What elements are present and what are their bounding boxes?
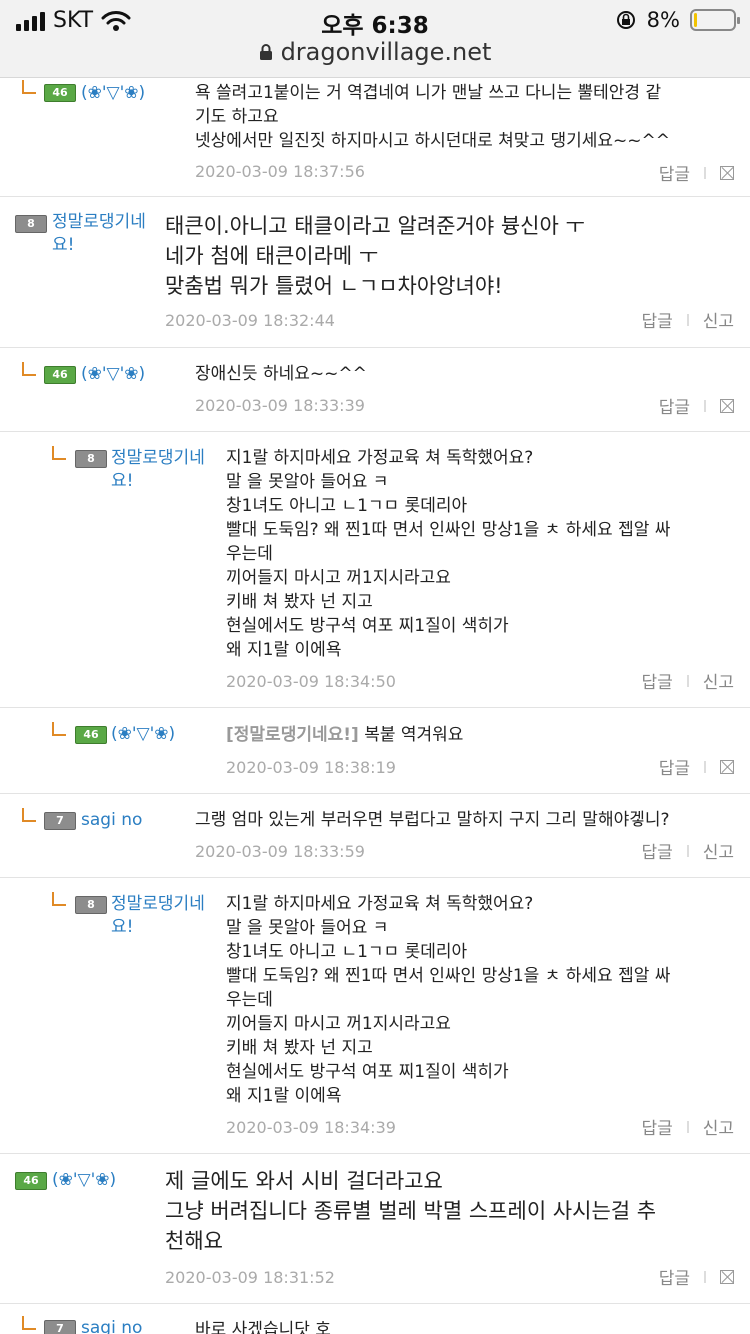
- comment-actions: 답글: [659, 393, 734, 418]
- comment-item: 8 정말로댕기네요! 지1랄 하지마세요 가정교육 쳐 독학했어요? 말 을 못…: [0, 432, 750, 708]
- comment-body: 제 글에도 와서 시비 걸더라고요 그냥 버려집니다 종류별 벌레 박멸 스프레…: [165, 1169, 657, 1253]
- divider: [686, 674, 689, 687]
- comment-actions: 답글: [659, 754, 734, 779]
- comment-item: 46 (❀'▽'❀) [정말로댕기네요!] 복붙 역겨워요 2020-03-09…: [0, 708, 750, 794]
- comment-date: 2020-03-09 18:38:19: [226, 758, 396, 777]
- comment-body: 욕 쓸려고1붙이는 거 역겹네여 니가 맨날 쓰고 다니는 뿔테안경 같 기도 …: [195, 83, 670, 151]
- divider: [704, 399, 706, 412]
- report-button[interactable]: 신고: [703, 307, 734, 332]
- level-badge: 8: [75, 450, 107, 468]
- reply-arrow-icon: [22, 362, 36, 376]
- close-icon[interactable]: [720, 1269, 734, 1284]
- divider: [686, 313, 689, 326]
- comment-body: 태큰이.아니고 태클이라고 알려준거야 븅신아 ㅜ 네가 첨에 태큰이라메 ㅜ …: [165, 214, 585, 298]
- level-badge: 8: [75, 896, 107, 914]
- reply-arrow-icon: [52, 892, 66, 906]
- divider: [704, 166, 706, 179]
- comment-actions: 답글 신고: [641, 307, 734, 332]
- comment-actions: 답글 신고: [641, 1114, 734, 1139]
- comment-body: 장애신듯 하네요~~^^: [195, 364, 367, 384]
- comment-actions: 답글: [659, 160, 734, 185]
- reply-button[interactable]: 답글: [659, 393, 690, 418]
- comment-body: [정말로댕기네요!] 복붙 역겨워요: [226, 725, 464, 745]
- comment-date: 2020-03-09 18:31:52: [165, 1268, 335, 1287]
- comment-item: 7 sagi no 바로 사겠습니닷 호: [0, 1304, 750, 1334]
- comment-date: 2020-03-09 18:34:39: [226, 1118, 396, 1137]
- level-badge: 46: [15, 1172, 47, 1190]
- comment-body: 지1랄 하지마세요 가정교육 쳐 독학했어요? 말 을 못알아 들어요 ㅋ 창1…: [226, 448, 671, 660]
- reply-arrow-icon: [52, 722, 66, 736]
- comment-author[interactable]: sagi no: [81, 809, 142, 832]
- comment-author[interactable]: 정말로댕기네요!: [111, 447, 223, 493]
- comment-item: 8 정말로댕기네요! 지1랄 하지마세요 가정교육 쳐 독학했어요? 말 을 못…: [0, 878, 750, 1154]
- comment-author[interactable]: (❀'▽'❀): [81, 82, 145, 105]
- divider: [704, 760, 706, 773]
- comment-author[interactable]: 정말로댕기네요!: [111, 893, 223, 939]
- comment-item: 46 (❀'▽'❀) 장애신듯 하네요~~^^ 2020-03-09 18:33…: [0, 348, 750, 432]
- reply-arrow-icon: [52, 446, 66, 460]
- comment-item: 46 (❀'▽'❀) 욕 쓸려고1붙이는 거 역겹네여 니가 맨날 쓰고 다니는…: [0, 78, 750, 197]
- comment-actions: 답글: [659, 1264, 734, 1289]
- comment-body: 그랭 엄마 있는게 부러우면 부럽다고 말하지 구지 그리 말해야겧니?: [195, 810, 670, 830]
- reply-arrow-icon: [22, 80, 36, 94]
- lock-icon: [259, 44, 272, 60]
- reply-button[interactable]: 답글: [659, 1264, 690, 1289]
- reply-reference[interactable]: [정말로댕기네요!]: [226, 725, 359, 745]
- level-badge: 8: [15, 215, 47, 233]
- reply-button[interactable]: 답글: [641, 668, 672, 693]
- divider: [704, 1270, 706, 1283]
- close-icon[interactable]: [720, 398, 734, 413]
- report-button[interactable]: 신고: [703, 1114, 734, 1139]
- reply-button[interactable]: 답글: [641, 307, 672, 332]
- reply-button[interactable]: 답글: [641, 1114, 672, 1139]
- comment-body: 지1랄 하지마세요 가정교육 쳐 독학했어요? 말 을 못알아 들어요 ㅋ 창1…: [226, 894, 671, 1106]
- comment-author[interactable]: 정말로댕기네요!: [52, 211, 152, 257]
- address-bar[interactable]: dragonvillage.net: [0, 38, 750, 66]
- close-icon[interactable]: [720, 759, 734, 774]
- level-badge: 7: [44, 1320, 76, 1334]
- reply-button[interactable]: 답글: [659, 160, 690, 185]
- battery-percent: 8%: [646, 8, 680, 32]
- comment-date: 2020-03-09 18:33:59: [195, 842, 365, 861]
- comment-item: 46 (❀'▽'❀) 제 글에도 와서 시비 걸더라고요 그냥 버려집니다 종류…: [0, 1154, 750, 1304]
- comment-author[interactable]: sagi no: [81, 1317, 142, 1334]
- divider: [686, 1120, 689, 1133]
- comment-item: 8 정말로댕기네요! 태큰이.아니고 태클이라고 알려준거야 븅신아 ㅜ 네가 …: [0, 197, 750, 348]
- level-badge: 7: [44, 812, 76, 830]
- level-badge: 46: [44, 366, 76, 384]
- reply-arrow-icon: [22, 1316, 36, 1330]
- comment-author[interactable]: (❀'▽'❀): [111, 723, 175, 746]
- comment-item: 7 sagi no 그랭 엄마 있는게 부러우면 부럽다고 말하지 구지 그리 …: [0, 794, 750, 878]
- reply-arrow-icon: [22, 808, 36, 822]
- comment-date: 2020-03-09 18:32:44: [165, 311, 335, 330]
- status-bar: SKT 오후 6:38 8% dragonvillage.net: [0, 0, 750, 78]
- level-badge: 46: [44, 84, 76, 102]
- level-badge: 46: [75, 726, 107, 744]
- battery-icon: [690, 9, 740, 31]
- rotation-lock-icon: [616, 11, 635, 29]
- comment-date: 2020-03-09 18:37:56: [195, 162, 365, 181]
- comment-actions: 답글 신고: [641, 668, 734, 693]
- comment-body: 바로 사겠습니닷 호: [195, 1320, 331, 1334]
- comment-author[interactable]: (❀'▽'❀): [52, 1169, 116, 1192]
- url-text: dragonvillage.net: [280, 38, 492, 66]
- comment-date: 2020-03-09 18:33:39: [195, 396, 365, 415]
- report-button[interactable]: 신고: [703, 668, 734, 693]
- comment-author[interactable]: (❀'▽'❀): [81, 363, 145, 386]
- status-right: 8%: [615, 8, 740, 32]
- comment-actions: 답글 신고: [641, 838, 734, 863]
- reply-button[interactable]: 답글: [659, 754, 690, 779]
- close-icon[interactable]: [720, 165, 734, 180]
- comment-date: 2020-03-09 18:34:50: [226, 672, 396, 691]
- reply-button[interactable]: 답글: [641, 838, 672, 863]
- report-button[interactable]: 신고: [703, 838, 734, 863]
- divider: [686, 844, 689, 857]
